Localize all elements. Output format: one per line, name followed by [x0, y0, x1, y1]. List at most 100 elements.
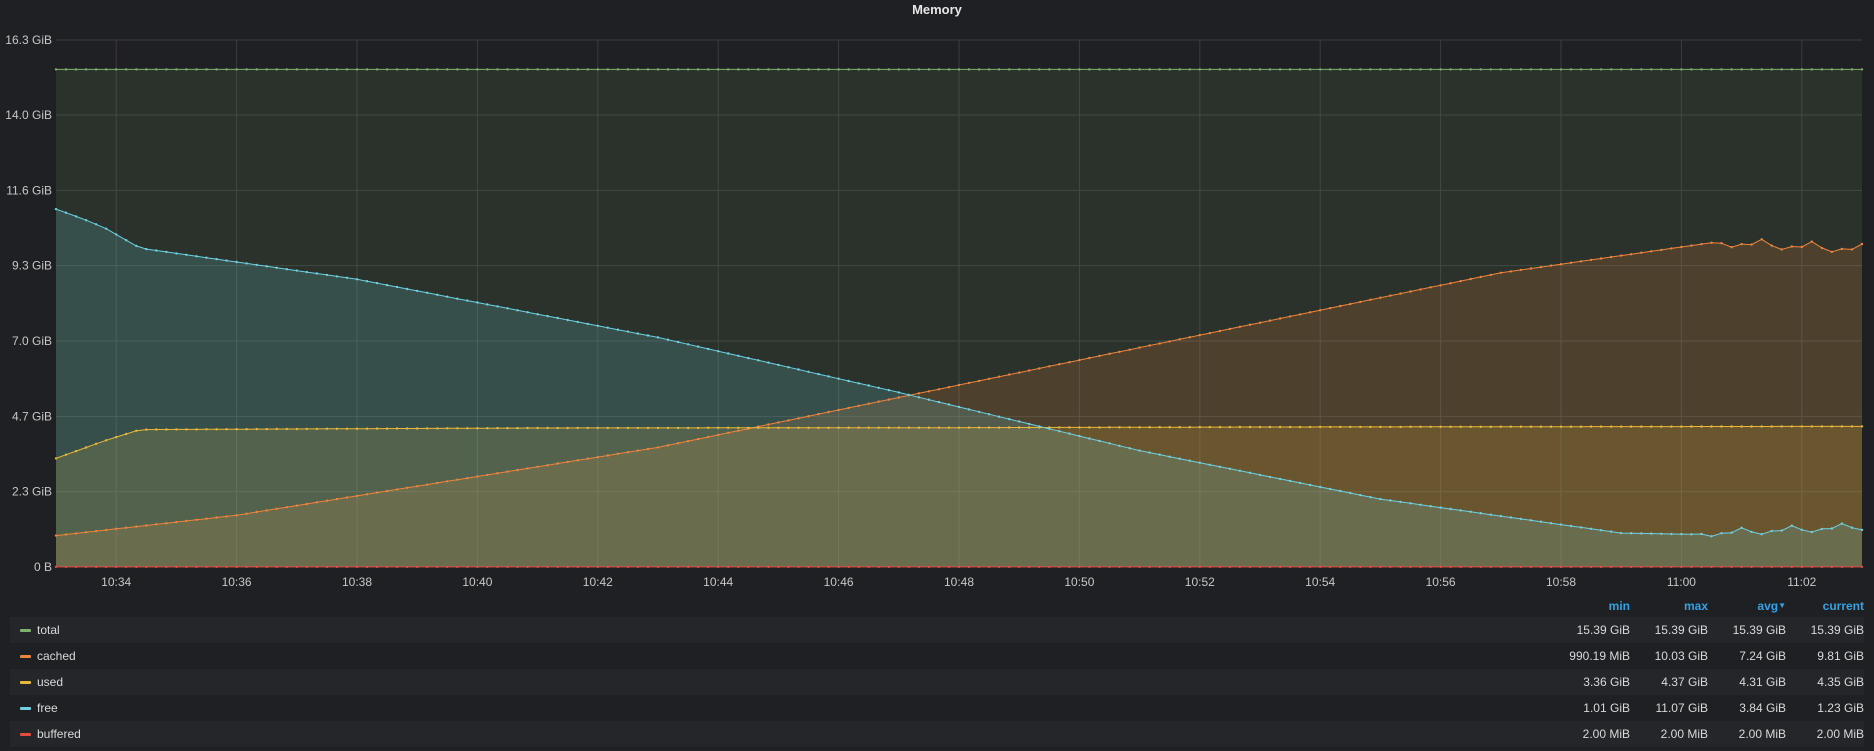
- data-point: [1830, 68, 1834, 71]
- data-point: [466, 68, 469, 71]
- data-point: [1469, 510, 1472, 513]
- legend-row-free[interactable]: free 1.01 GiB 11.07 GiB 3.84 GiB 1.23 GiB: [10, 695, 1864, 721]
- data-point: [516, 309, 519, 312]
- data-point: [1670, 532, 1673, 536]
- data-point: [947, 385, 951, 389]
- data-point: [1449, 507, 1452, 511]
- data-point: [907, 393, 910, 396]
- data-point: [1018, 565, 1021, 569]
- legend-header-current[interactable]: current: [1786, 599, 1864, 613]
- data-point: [757, 565, 760, 569]
- data-point: [1529, 68, 1533, 71]
- data-point: [1178, 338, 1181, 341]
- legend-row-buffered[interactable]: buffered 2.00 MiB 2.00 MiB 2.00 MiB 2.00 MiB: [10, 721, 1864, 747]
- data-point: [1148, 68, 1151, 71]
- data-point: [64, 211, 68, 214]
- legend-header-avg[interactable]: avg▼: [1708, 599, 1786, 613]
- data-point: [887, 398, 890, 401]
- data-point: [265, 265, 268, 268]
- data-point: [486, 68, 489, 71]
- data-point: [797, 565, 800, 569]
- data-point: [84, 446, 88, 449]
- data-point: [1630, 68, 1633, 71]
- data-point: [1078, 358, 1081, 362]
- data-point: [295, 269, 298, 272]
- data-point: [1710, 241, 1713, 244]
- legend-series-name[interactable]: total: [37, 623, 1552, 637]
- x-tick-label: 10:54: [1305, 575, 1335, 589]
- data-point: [1409, 68, 1412, 71]
- data-point: [1630, 565, 1633, 569]
- series-color-swatch[interactable]: [20, 706, 31, 710]
- data-point: [596, 68, 599, 71]
- data-point: [1329, 306, 1332, 310]
- data-point: [576, 320, 579, 324]
- data-point: [1349, 302, 1352, 306]
- data-point: [937, 68, 941, 71]
- data-point: [496, 426, 499, 430]
- data-point: [1178, 565, 1181, 569]
- series-color-swatch[interactable]: [20, 654, 31, 658]
- data-point: [586, 322, 589, 326]
- data-point: [325, 499, 329, 502]
- data-point: [1670, 68, 1673, 71]
- data-point: [1680, 425, 1683, 428]
- data-point: [997, 375, 1001, 378]
- legend-series-name[interactable]: used: [37, 675, 1552, 689]
- series-color-swatch[interactable]: [20, 628, 31, 632]
- data-point: [1740, 565, 1743, 569]
- memory-chart[interactable]: 0 B 2.3 GiB 4.7 GiB 7.0 GiB 9.3 GiB 11.6 GiB 1…: [0, 0, 1874, 590]
- data-point: [757, 359, 760, 362]
- data-point: [1610, 530, 1613, 533]
- data-point: [1810, 565, 1814, 569]
- data-point: [717, 433, 720, 437]
- data-point: [295, 565, 298, 569]
- data-point: [1670, 425, 1673, 428]
- data-point: [105, 528, 108, 532]
- data-point: [426, 68, 429, 71]
- legend-min-value: 15.39 GiB: [1576, 623, 1630, 637]
- data-point: [1238, 325, 1242, 328]
- data-point: [1519, 68, 1523, 71]
- data-point: [536, 426, 539, 430]
- data-point: [1108, 442, 1111, 445]
- data-point: [1429, 286, 1432, 289]
- data-point: [1620, 565, 1623, 569]
- legend-series-name[interactable]: buffered: [37, 727, 1552, 741]
- data-point: [446, 68, 449, 71]
- legend-row-total[interactable]: total 15.39 GiB 15.39 GiB 15.39 GiB 15.39 Gi…: [10, 617, 1864, 643]
- data-point: [717, 565, 720, 569]
- data-point: [1058, 430, 1061, 433]
- legend-row-used[interactable]: used 3.36 GiB 4.37 GiB 4.31 GiB 4.35 GiB: [10, 669, 1864, 695]
- legend-header-max[interactable]: max: [1630, 599, 1708, 613]
- data-point: [255, 565, 258, 569]
- data-point: [1128, 447, 1131, 450]
- data-point: [1479, 68, 1482, 71]
- legend-series-name[interactable]: cached: [37, 649, 1552, 663]
- series-color-swatch[interactable]: [20, 732, 31, 736]
- series-color-swatch[interactable]: [20, 680, 31, 684]
- data-point: [496, 305, 499, 308]
- data-point: [967, 565, 971, 569]
- data-point: [1439, 565, 1442, 569]
- data-point: [1389, 68, 1392, 71]
- x-tick-label: 10:36: [222, 575, 252, 589]
- data-point: [807, 426, 810, 429]
- data-point: [135, 429, 138, 432]
- data-point: [1359, 300, 1362, 304]
- data-point: [676, 426, 680, 430]
- data-point: [556, 565, 559, 569]
- data-point: [1479, 512, 1482, 515]
- data-point: [305, 565, 308, 569]
- data-point: [395, 488, 399, 491]
- data-point: [1278, 565, 1282, 569]
- data-point: [1650, 250, 1653, 253]
- legend-header-min[interactable]: min: [1552, 599, 1630, 613]
- data-point: [737, 429, 740, 432]
- data-point: [1258, 565, 1262, 569]
- data-point: [335, 68, 339, 71]
- data-point: [1700, 425, 1703, 428]
- legend-row-cached[interactable]: cached 990.19 MiB 10.03 GiB 7.24 GiB 9.81 Gi…: [10, 643, 1864, 669]
- x-tick-label: 10:38: [342, 575, 372, 589]
- legend-series-name[interactable]: free: [37, 701, 1552, 715]
